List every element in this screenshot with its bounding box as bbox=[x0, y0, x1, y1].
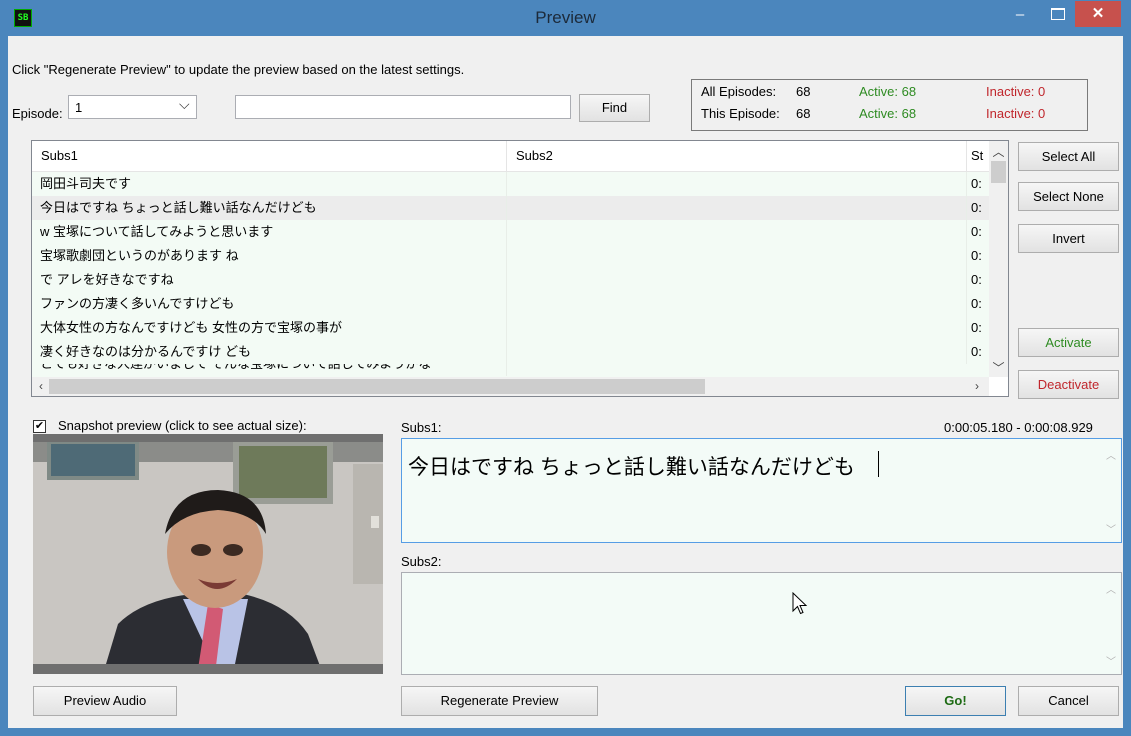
all-episodes-count: 68 bbox=[796, 84, 811, 99]
row-start: 0: bbox=[971, 296, 982, 311]
cancel-button[interactable]: Cancel bbox=[1018, 686, 1119, 716]
subs2-textarea[interactable]: ︿ ﹀ bbox=[401, 572, 1122, 675]
row-subs1: w 宝塚について話してみようと思います bbox=[32, 220, 507, 244]
horizontal-scrollbar[interactable]: ‹ › bbox=[32, 377, 989, 396]
row-subs1: 宝塚歌劇団というのがあります ね bbox=[32, 244, 507, 268]
episode-select[interactable]: 1 ⌵ bbox=[68, 95, 197, 119]
mouse-cursor-icon bbox=[792, 592, 808, 615]
row-start: 0: bbox=[971, 224, 982, 239]
subs1-label: Subs1: bbox=[401, 420, 442, 435]
scroll-up-icon[interactable]: ︿ bbox=[1106, 447, 1116, 462]
go-button[interactable]: Go! bbox=[905, 686, 1006, 716]
row-start: 0: bbox=[971, 200, 982, 215]
this-active-count: Active: 68 bbox=[859, 106, 917, 121]
select-none-button[interactable]: Select None bbox=[1018, 182, 1119, 211]
row-subs2 bbox=[507, 268, 967, 292]
h-scroll-thumb[interactable] bbox=[49, 379, 705, 394]
row-subs1: 今日はですね ちょっと話し難い話なんだけども bbox=[32, 196, 507, 220]
row-subs2 bbox=[507, 196, 967, 220]
subs1-time-range: 0:00:05.180 - 0:00:08.929 bbox=[944, 420, 1093, 435]
scroll-up-icon[interactable]: ︿ bbox=[989, 143, 1008, 160]
table-row[interactable]: 今日はですね ちょっと話し難い話なんだけども 0: bbox=[32, 196, 989, 220]
table-row[interactable]: w 宝塚について話してみようと思います 0: bbox=[32, 220, 989, 244]
scroll-left-icon[interactable]: ‹ bbox=[34, 379, 48, 393]
all-episodes-label: All Episodes: bbox=[701, 84, 777, 99]
minimize-button[interactable]: – bbox=[1005, 2, 1035, 28]
row-subs2 bbox=[507, 292, 967, 316]
table-row[interactable]: 宝塚歌劇団というのがあります ね 0: bbox=[32, 244, 989, 268]
table-row-partial[interactable]: とても好きな人達がいまして そんな宝塚について話してみようかな bbox=[32, 364, 989, 377]
this-episode-count: 68 bbox=[796, 106, 811, 121]
row-subs2 bbox=[507, 244, 967, 268]
row-subs1: 大体女性の方なんですけども 女性の方で宝塚の事が bbox=[32, 316, 507, 340]
row-subs1: ファンの方凄く多いんですけども bbox=[32, 292, 507, 316]
deactivate-button[interactable]: Deactivate bbox=[1018, 370, 1119, 399]
maximize-button[interactable] bbox=[1042, 2, 1072, 28]
row-subs1: 岡田斗司夫です bbox=[32, 172, 507, 196]
subs1-text: 今日はですね ちょっと話し難い話なんだけども bbox=[408, 456, 855, 479]
grid-header: Subs1 Subs2 St bbox=[32, 141, 989, 172]
speaker-video-frame bbox=[33, 434, 383, 674]
row-start: 0: bbox=[971, 272, 982, 287]
dialog-body: Click "Regenerate Preview" to update the… bbox=[8, 36, 1123, 728]
table-row[interactable]: ファンの方凄く多いんですけども 0: bbox=[32, 292, 989, 316]
preview-audio-button[interactable]: Preview Audio bbox=[33, 686, 177, 716]
scroll-right-icon[interactable]: › bbox=[970, 379, 984, 393]
row-subs2 bbox=[507, 340, 967, 364]
row-subs2 bbox=[507, 316, 967, 340]
episode-label: Episode: bbox=[12, 106, 63, 121]
row-start: 0: bbox=[971, 344, 982, 359]
row-start: 0: bbox=[971, 248, 982, 263]
row-start: 0: bbox=[971, 176, 982, 191]
row-subs1: 凄く好きなのは分かるんですけ ども bbox=[32, 340, 507, 364]
find-input[interactable] bbox=[235, 95, 571, 119]
subs1-textarea[interactable]: 今日はですね ちょっと話し難い話なんだけども ︿ ﹀ bbox=[401, 438, 1122, 543]
snapshot-checkbox[interactable]: ✔ bbox=[33, 420, 46, 433]
find-button[interactable]: Find bbox=[579, 94, 650, 122]
snapshot-label[interactable]: Snapshot preview (click to see actual si… bbox=[58, 418, 307, 433]
preview-window: SB Preview – ✕ Click "Regenerate Preview… bbox=[0, 0, 1131, 736]
vertical-scrollbar[interactable]: ︿ ﹀ bbox=[989, 141, 1008, 377]
activate-button[interactable]: Activate bbox=[1018, 328, 1119, 357]
subtitle-grid[interactable]: Subs1 Subs2 St 岡田斗司夫です 0: 今日はですね ちょっと話し難… bbox=[31, 140, 1009, 397]
table-row[interactable]: で アレを好きなですね 0: bbox=[32, 268, 989, 292]
row-subs2 bbox=[507, 172, 967, 196]
all-active-count: Active: 68 bbox=[859, 84, 917, 99]
scroll-down-icon[interactable]: ﹀ bbox=[1106, 653, 1116, 668]
scroll-thumb[interactable] bbox=[991, 161, 1006, 183]
scroll-up-icon[interactable]: ︿ bbox=[1106, 581, 1116, 596]
subs2-label: Subs2: bbox=[401, 554, 442, 569]
scroll-down-icon[interactable]: ﹀ bbox=[989, 359, 1008, 376]
row-subs1: とても好きな人達がいまして そんな宝塚について話してみようかな bbox=[32, 364, 507, 376]
episode-stats-box: All Episodes: 68 Active: 68 Inactive: 0 … bbox=[691, 79, 1088, 131]
table-row[interactable]: 凄く好きなのは分かるんですけ ども 0: bbox=[32, 340, 989, 364]
table-row[interactable]: 大体女性の方なんですけども 女性の方で宝塚の事が 0: bbox=[32, 316, 989, 340]
text-caret bbox=[878, 451, 879, 477]
this-episode-label: This Episode: bbox=[701, 106, 780, 121]
row-subs2 bbox=[507, 220, 967, 244]
row-subs1: で アレを好きなですね bbox=[32, 268, 507, 292]
maximize-icon bbox=[1051, 8, 1065, 20]
instructions-text: Click "Regenerate Preview" to update the… bbox=[12, 62, 465, 77]
row-start: 0: bbox=[971, 320, 982, 335]
title-bar[interactable]: SB Preview – ✕ bbox=[0, 0, 1131, 36]
regenerate-preview-button[interactable]: Regenerate Preview bbox=[401, 686, 598, 716]
close-button[interactable]: ✕ bbox=[1075, 1, 1121, 27]
scroll-down-icon[interactable]: ﹀ bbox=[1106, 521, 1116, 536]
select-all-button[interactable]: Select All bbox=[1018, 142, 1119, 171]
invert-button[interactable]: Invert bbox=[1018, 224, 1119, 253]
all-inactive-count: Inactive: 0 bbox=[986, 84, 1046, 99]
episode-value: 1 bbox=[75, 100, 83, 115]
chevron-down-icon: ⌵ bbox=[179, 96, 190, 112]
this-inactive-count: Inactive: 0 bbox=[986, 106, 1046, 121]
column-header-start[interactable]: St bbox=[967, 141, 989, 171]
table-row[interactable]: 岡田斗司夫です 0: bbox=[32, 172, 989, 196]
column-header-subs2[interactable]: Subs2 bbox=[507, 141, 967, 171]
snapshot-preview-image[interactable] bbox=[33, 434, 383, 674]
window-title: Preview bbox=[535, 8, 596, 27]
column-header-subs1[interactable]: Subs1 bbox=[32, 141, 507, 171]
